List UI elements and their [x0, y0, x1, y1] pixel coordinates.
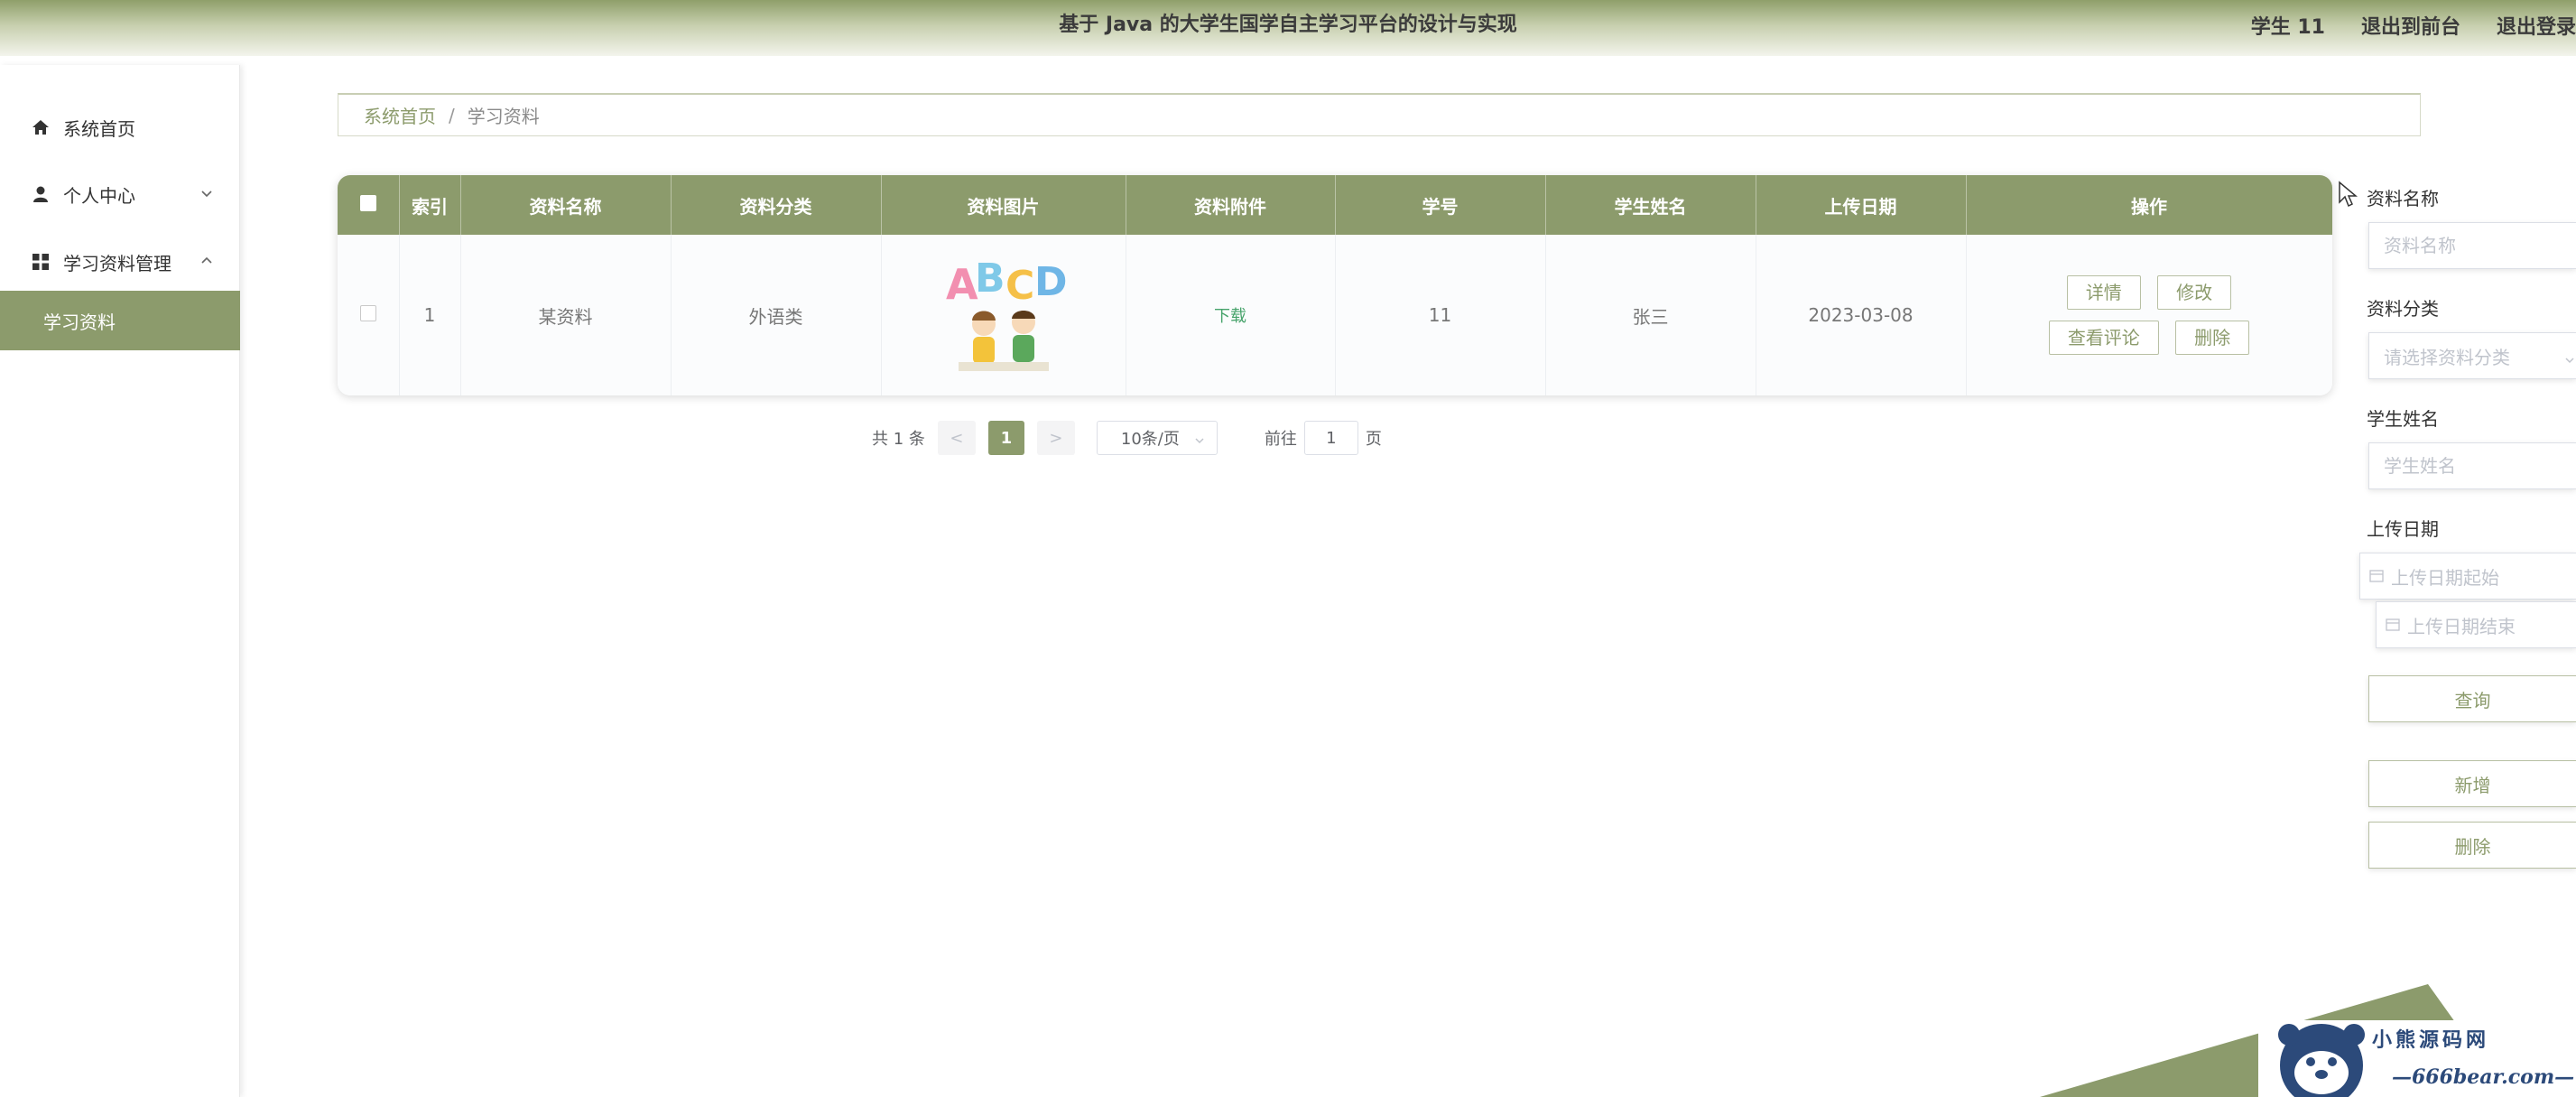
edit-button[interactable]: 修改: [2157, 275, 2232, 310]
date-end-placeholder: 上传日期结束: [2407, 615, 2516, 637]
app-title: 基于 Java 的大学生国学自主学习平台的设计与实现: [1059, 14, 1517, 36]
table-header-row: 索引 资料名称 资料分类 资料图片 资料附件 学号 学生姓名 上传日期 操作: [338, 175, 2332, 235]
material-name-cell: 某资料: [460, 235, 672, 395]
calendar-icon: [2386, 614, 2400, 636]
chevron-down-icon: [199, 184, 215, 200]
user-icon: [31, 184, 51, 204]
top-header: 基于 Java 的大学生国学自主学习平台的设计与实现 学生 11 退出到前台 退…: [0, 0, 2576, 56]
sidebar-item-label: 学习资料管理: [63, 252, 171, 274]
column-header: 学生姓名: [1545, 175, 1756, 235]
page-number-button[interactable]: 1: [987, 421, 1024, 455]
materials-table: 索引 资料名称 资料分类 资料图片 资料附件 学号 学生姓名 上传日期 操作 1…: [338, 175, 2332, 395]
column-header: 资料附件: [1126, 175, 1336, 235]
name-label: 资料名称: [2367, 188, 2439, 209]
sidebar-item-home[interactable]: 系统首页: [0, 96, 240, 159]
actions-cell: 详情 修改 查看评论 删除: [1966, 235, 2332, 395]
date-start-placeholder: 上传日期起始: [2391, 566, 2499, 589]
calendar-icon: [2369, 565, 2384, 587]
select-all-checkbox[interactable]: [359, 195, 376, 211]
column-header: 上传日期: [1756, 175, 1967, 235]
student-name-label: 学生姓名: [2367, 408, 2439, 430]
column-header: 资料名称: [460, 175, 672, 235]
sidebar: 系统首页 个人中心 学习资料管理 学习资料: [0, 65, 240, 1097]
page-size-select[interactable]: 10条/页: [1096, 421, 1218, 455]
pagination: 共 1 条 < 1 > 10条/页 前往 页: [872, 420, 1382, 456]
select-all-cell: [338, 175, 400, 235]
add-button[interactable]: 新增: [2368, 760, 2576, 807]
row-select-cell: [338, 235, 400, 395]
column-header: 操作: [1966, 175, 2332, 235]
user-area: 学生 11 退出到前台 退出登录: [2215, 0, 2576, 51]
breadcrumb-separator: /: [449, 104, 455, 126]
username-label: 学生 11: [2250, 16, 2325, 39]
sidebar-item-personal-center[interactable]: 个人中心: [0, 163, 240, 226]
date-end-input[interactable]: 上传日期结束: [2376, 601, 2576, 648]
column-header: 索引: [399, 175, 461, 235]
student-name-cell: 张三: [1545, 235, 1756, 395]
attachment-cell: 下载: [1126, 235, 1336, 395]
material-category-cell: 外语类: [671, 235, 882, 395]
watermark-site-name: 小熊源码网: [2372, 1028, 2490, 1052]
goto-page-input[interactable]: [1303, 421, 1358, 455]
student-id-cell: 11: [1335, 235, 1546, 395]
upload-date-label: 上传日期: [2367, 518, 2439, 540]
index-cell: 1: [399, 235, 461, 395]
sidebar-item-label: 系统首页: [63, 117, 135, 140]
goto-label: 前往: [1264, 430, 1297, 449]
chevron-down-icon: [1193, 432, 1206, 451]
row-checkbox[interactable]: [359, 305, 376, 321]
student-name-input[interactable]: [2368, 442, 2576, 489]
date-start-input[interactable]: 上传日期起始: [2359, 553, 2576, 600]
exit-to-frontend-link[interactable]: 退出到前台: [2361, 11, 2460, 40]
sidebar-item-study-materials[interactable]: 学习资料: [0, 291, 240, 350]
material-thumbnail[interactable]: A B C D: [941, 252, 1067, 378]
svg-text:B: B: [975, 256, 1005, 302]
breadcrumb: 系统首页 / 学习资料: [338, 93, 2421, 136]
svg-text:D: D: [1034, 259, 1067, 305]
prev-page-button[interactable]: <: [937, 421, 976, 455]
category-select[interactable]: 请选择资料分类: [2368, 332, 2576, 379]
row-delete-button[interactable]: 删除: [2175, 321, 2250, 355]
column-header: 资料分类: [671, 175, 882, 235]
sidebar-item-label: 个人中心: [63, 184, 135, 207]
total-count: 共 1 条: [872, 430, 925, 449]
column-header: 资料图片: [881, 175, 1126, 235]
upload-date-cell: 2023-03-08: [1756, 235, 1967, 395]
sidebar-item-material-management[interactable]: 学习资料管理: [0, 230, 240, 293]
watermark-site-url: —666bear.com—: [2392, 1065, 2575, 1089]
category-label: 资料分类: [2367, 298, 2439, 320]
sidebar-item-label: 学习资料: [43, 311, 116, 333]
svg-text:C: C: [1005, 263, 1034, 309]
column-header: 学号: [1335, 175, 1546, 235]
svg-text:A: A: [946, 260, 978, 309]
logout-link[interactable]: 退出登录: [2497, 11, 2576, 40]
page-unit-label: 页: [1365, 430, 1382, 449]
chevron-down-icon: [2563, 349, 2576, 371]
breadcrumb-current: 学习资料: [467, 106, 540, 127]
view-comments-button[interactable]: 查看评论: [2048, 321, 2159, 355]
query-button[interactable]: 查询: [2368, 675, 2576, 722]
download-link[interactable]: 下载: [1214, 307, 1246, 326]
detail-button[interactable]: 详情: [2066, 275, 2141, 310]
chevron-up-icon: [199, 252, 215, 268]
mouse-cursor-icon: [2339, 181, 2358, 208]
home-icon: [31, 117, 51, 137]
material-image-cell: A B C D: [881, 235, 1126, 395]
page-size-value: 10条/页: [1120, 430, 1180, 449]
delete-button[interactable]: 删除: [2368, 822, 2576, 869]
table-row: 1 某资料 外语类 A B C D 下载 11 张三 2023-03-08 详情…: [338, 235, 2332, 395]
breadcrumb-home-link[interactable]: 系统首页: [364, 102, 436, 128]
material-name-input[interactable]: [2368, 222, 2576, 269]
grid-icon: [31, 252, 51, 272]
next-page-button[interactable]: >: [1036, 421, 1075, 455]
category-placeholder: 请选择资料分类: [2384, 346, 2510, 368]
decorative-triangle: [2040, 984, 2576, 1097]
